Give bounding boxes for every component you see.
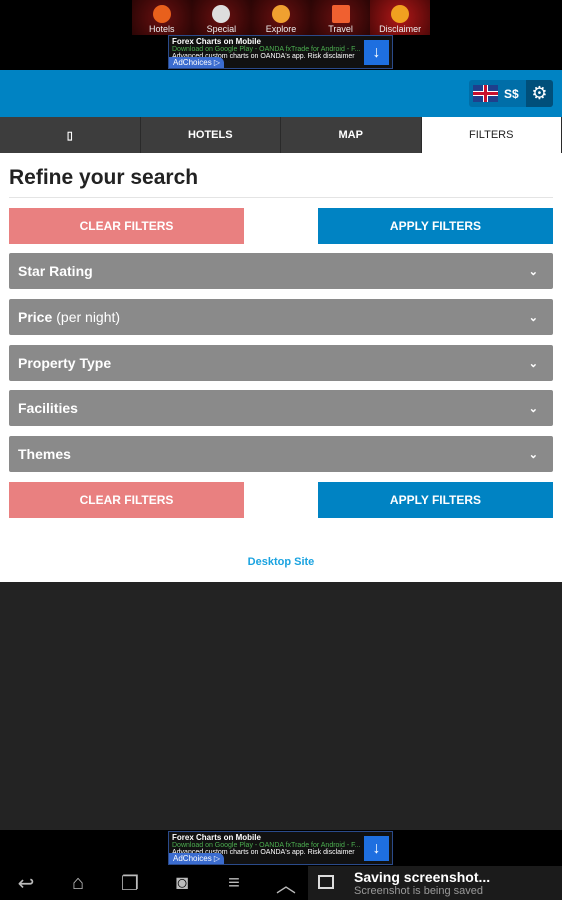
recent-apps-icon[interactable]: ❐ [104,871,156,896]
chevron-down-icon: ⌄ [528,311,538,324]
lightbulb-icon [271,5,290,23]
system-nav-bar: ↩ ⌂ ❐ ◙ ≡ ︿ Saving screenshot... Screens… [0,866,562,900]
app-shortcut-strip: Hotels Special Explore Travel Disclaimer [132,0,430,35]
section-price[interactable]: Price (per night) ⌄ [9,299,553,335]
app-travel[interactable]: Travel [310,0,371,35]
section-property-type[interactable]: Property Type ⌄ [9,345,553,381]
globe-icon [152,5,171,23]
info-icon [212,5,231,23]
empty-area [0,582,562,830]
apply-filters-button-bottom[interactable]: APPLY FILTERS [318,482,553,518]
adchoices-link[interactable]: AdChoices ▷ [169,57,225,68]
tab-map[interactable]: MAP [281,117,422,153]
chevron-up-icon[interactable]: ︿ [260,869,312,898]
tab-hotels[interactable]: HOTELS [141,117,281,153]
app-special[interactable]: Special [191,0,252,35]
camera-icon[interactable]: ◙ [156,872,208,895]
ad-banner-bottom[interactable]: Forex Charts on Mobile Download on Googl… [168,831,393,865]
chevron-down-icon: ⌄ [528,265,538,278]
currency-label: S$ [504,86,519,101]
filters-panel: Refine your search CLEAR FILTERS APPLY F… [0,153,562,582]
adchoices-link[interactable]: AdChoices ▷ [169,853,225,864]
section-star-rating[interactable]: Star Rating ⌄ [9,253,553,289]
section-facilities[interactable]: Facilities ⌄ [9,390,553,426]
chevron-down-icon: ⌄ [528,402,538,415]
chevron-down-icon: ⌄ [528,448,538,461]
app-hotels[interactable]: Hotels [132,0,192,35]
tab-icon[interactable]: ▯ [0,117,141,153]
clear-filters-button[interactable]: CLEAR FILTERS [9,208,244,244]
chevron-down-icon: ⌄ [528,357,538,370]
screenshot-notification[interactable]: Saving screenshot... Screenshot is being… [308,866,562,900]
back-icon[interactable]: ↩ [0,871,52,896]
language-currency-selector[interactable]: S$ ⚙ [469,80,553,107]
app-disclaimer[interactable]: Disclaimer [370,0,430,35]
travel-icon [331,5,350,23]
placeholder-glyph-icon: ▯ [66,129,73,142]
menu-icon[interactable]: ≡ [208,872,260,895]
tab-bar: ▯ HOTELS MAP FILTERS [0,117,562,153]
app-header: S$ ⚙ [0,70,562,117]
arrow-down-icon[interactable]: ↓ [364,40,389,65]
clear-filters-button-bottom[interactable]: CLEAR FILTERS [9,482,244,518]
image-icon [318,875,334,889]
section-themes[interactable]: Themes ⌄ [9,436,553,472]
page-title: Refine your search [9,166,199,189]
hand-icon [391,5,410,23]
desktop-site-link[interactable]: Desktop Site [0,556,562,568]
uk-flag-icon [473,85,498,102]
tab-filters[interactable]: FILTERS [421,117,562,153]
divider [9,197,553,198]
home-icon[interactable]: ⌂ [52,872,104,895]
apply-filters-button[interactable]: APPLY FILTERS [318,208,553,244]
arrow-down-icon[interactable]: ↓ [364,836,389,861]
app-explore[interactable]: Explore [251,0,311,35]
gear-icon[interactable]: ⚙ [526,80,553,107]
ad-banner-top[interactable]: Forex Charts on Mobile Download on Googl… [168,35,393,69]
